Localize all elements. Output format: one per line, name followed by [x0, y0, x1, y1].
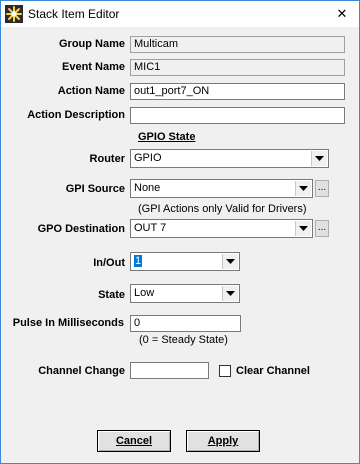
gpo-destination-browse-button[interactable]: ...	[315, 220, 329, 237]
gpo-destination-select[interactable]: OUT 7	[130, 219, 313, 238]
event-name-field: MIC1	[130, 59, 345, 76]
chevron-down-icon[interactable]	[222, 254, 238, 269]
pulse-note: (0 = Steady State)	[139, 334, 228, 346]
action-description-label: Action Description	[27, 109, 125, 121]
gpio-state-heading: GPIO State	[138, 131, 196, 143]
close-button[interactable]: ✕	[325, 1, 359, 27]
chevron-down-icon[interactable]	[222, 286, 238, 301]
group-name-field: Multicam	[130, 36, 345, 53]
gpi-source-browse-button[interactable]: ...	[315, 180, 329, 197]
cancel-button[interactable]: Cancel	[97, 430, 171, 452]
event-name-label: Event Name	[62, 61, 125, 73]
gpi-source-value: None	[134, 182, 161, 194]
clear-channel-checkbox[interactable]	[219, 365, 231, 377]
action-name-input[interactable]: out1_port7_ON	[130, 83, 345, 100]
gpi-note: (GPI Actions only Valid for Drivers)	[138, 203, 307, 215]
group-name-label: Group Name	[58, 38, 125, 50]
router-select[interactable]: GPIO	[130, 149, 329, 168]
state-value: Low	[134, 287, 155, 299]
state-label: State	[98, 289, 125, 301]
channel-change-label: Channel Change	[38, 365, 125, 377]
in-out-value: 1	[134, 255, 143, 267]
title-bar[interactable]: Stack Item Editor ✕	[1, 1, 359, 27]
channel-change-input[interactable]	[130, 362, 209, 379]
pulse-input[interactable]: 0	[130, 315, 241, 332]
chevron-down-icon[interactable]	[311, 151, 327, 166]
action-description-input[interactable]	[130, 107, 345, 124]
gpi-source-label: GPI Source	[65, 183, 125, 195]
gpo-destination-label: GPO Destination	[37, 223, 125, 235]
in-out-label: In/Out	[93, 257, 125, 269]
pulse-label: Pulse In Milliseconds	[12, 317, 124, 329]
dialog-window: Stack Item Editor ✕ Group Name Multicam …	[0, 0, 360, 464]
chevron-down-icon[interactable]	[295, 181, 311, 196]
chevron-down-icon[interactable]	[295, 221, 311, 236]
state-select[interactable]: Low	[130, 284, 240, 303]
apply-button[interactable]: Apply	[186, 430, 260, 452]
in-out-select[interactable]: 1	[130, 252, 240, 271]
gpi-source-select[interactable]: None	[130, 179, 313, 198]
close-icon: ✕	[336, 6, 348, 21]
app-icon	[5, 5, 23, 23]
router-label: Router	[89, 153, 125, 165]
clear-channel-label[interactable]: Clear Channel	[236, 365, 310, 377]
router-value: GPIO	[134, 152, 162, 164]
gpo-destination-value: OUT 7	[134, 222, 167, 234]
window-title: Stack Item Editor	[28, 7, 120, 21]
action-name-label: Action Name	[57, 85, 125, 97]
